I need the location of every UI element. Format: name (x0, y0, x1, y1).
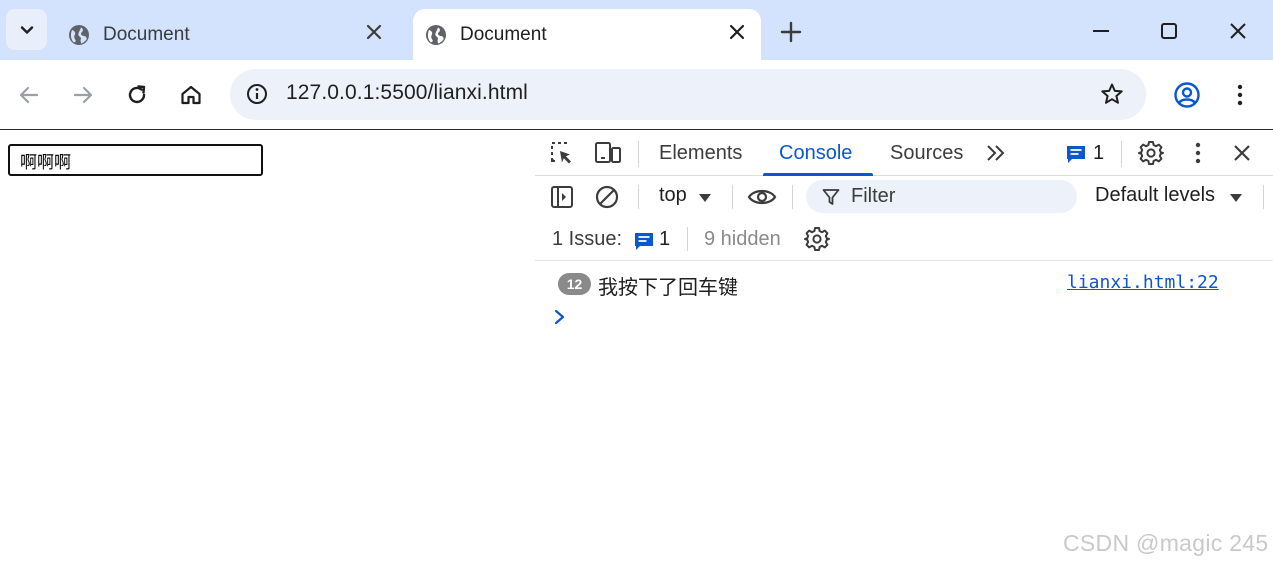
inspect-element-icon[interactable] (549, 140, 575, 166)
tab-title: Document (103, 23, 190, 45)
issues-label[interactable]: 1 Issue: (552, 228, 622, 251)
tab-elements[interactable]: Elements (659, 142, 742, 165)
tab-2-active[interactable]: Document (413, 9, 761, 60)
close-icon[interactable] (727, 22, 747, 42)
repeat-count-badge: 12 (558, 273, 591, 295)
console-prompt-chevron-icon[interactable] (553, 308, 567, 326)
live-expression-eye-icon[interactable] (747, 184, 777, 210)
devtools-tab-bar: Elements Console Sources 1 (535, 131, 1273, 176)
sidebar-toggle-icon[interactable] (549, 184, 575, 210)
filter-placeholder: Filter (851, 185, 896, 207)
text-input[interactable] (8, 144, 263, 176)
watermark: CSDN @magic 245 (1063, 530, 1269, 556)
page-viewport (0, 131, 535, 564)
bookmark-star-icon[interactable] (1100, 82, 1124, 106)
separator (1263, 185, 1264, 209)
reload-icon[interactable] (124, 82, 150, 108)
separator (1121, 141, 1122, 167)
site-info-icon[interactable] (246, 83, 268, 105)
separator (638, 185, 639, 209)
profile-avatar-icon[interactable] (1173, 81, 1201, 109)
context-selector[interactable]: top (659, 184, 687, 207)
close-icon[interactable] (364, 22, 384, 42)
message-count[interactable]: 1 (1093, 142, 1104, 165)
filter-funnel-icon (822, 189, 840, 205)
separator (638, 141, 639, 167)
new-tab-plus-icon[interactable] (778, 19, 804, 45)
log-message: 我按下了回车键 (598, 275, 738, 299)
log-levels-dropdown[interactable]: Default levels (1095, 184, 1215, 207)
devtools-panel: Elements Console Sources 1 top Filter De… (535, 131, 1273, 564)
browser-toolbar: 127.0.0.1:5500/lianxi.html (0, 60, 1273, 130)
tab-title: Document (460, 23, 547, 45)
tab-1[interactable]: Document (58, 9, 398, 60)
more-tabs-chevron-icon[interactable] (985, 142, 1007, 164)
separator (792, 185, 793, 209)
log-source-link[interactable]: lianxi.html:22 (1067, 272, 1219, 293)
dropdown-caret-icon[interactable] (1229, 192, 1243, 204)
tab-console[interactable]: Console (779, 142, 852, 165)
message-icon[interactable] (1065, 143, 1087, 165)
device-toolbar-icon[interactable] (594, 140, 622, 166)
issue-message-icon[interactable] (633, 230, 655, 252)
chevron-down-icon (20, 25, 33, 34)
filter-input[interactable]: Filter (806, 180, 1077, 213)
dropdown-caret-icon[interactable] (698, 192, 712, 204)
more-vertical-icon[interactable] (1227, 82, 1253, 108)
address-bar[interactable]: 127.0.0.1:5500/lianxi.html (230, 69, 1146, 120)
minimize-icon[interactable] (1088, 18, 1114, 44)
console-toolbar: top Filter Default levels (535, 176, 1273, 217)
globe-icon (69, 24, 89, 45)
console-settings-gear-icon[interactable] (804, 226, 830, 252)
settings-gear-icon[interactable] (1138, 140, 1164, 166)
close-devtools-icon[interactable] (1229, 140, 1255, 166)
browser-window: Document Document 127.0.0.1:5500/lianxi.… (0, 0, 1273, 564)
devtools-menu-icon[interactable] (1185, 140, 1211, 166)
issues-count[interactable]: 1 (659, 228, 670, 251)
globe-icon (426, 24, 446, 45)
console-log-entry: 12 我按下了回车键 lianxi.html:22 (535, 261, 1273, 305)
tab-sources[interactable]: Sources (890, 142, 963, 165)
window-close-icon[interactable] (1225, 18, 1251, 44)
tab-search-button[interactable] (6, 9, 47, 50)
url-text[interactable]: 127.0.0.1:5500/lianxi.html (286, 81, 528, 105)
separator (732, 185, 733, 209)
forward-arrow-icon[interactable] (70, 82, 96, 108)
hidden-count: 9 hidden (704, 228, 781, 250)
tab-strip: Document Document (0, 0, 1273, 60)
separator (687, 227, 688, 251)
back-arrow-icon[interactable] (16, 82, 42, 108)
maximize-icon[interactable] (1156, 18, 1182, 44)
issues-bar: 1 Issue: 1 9 hidden (535, 217, 1273, 261)
home-icon[interactable] (178, 82, 204, 108)
clear-console-icon[interactable] (594, 184, 620, 210)
